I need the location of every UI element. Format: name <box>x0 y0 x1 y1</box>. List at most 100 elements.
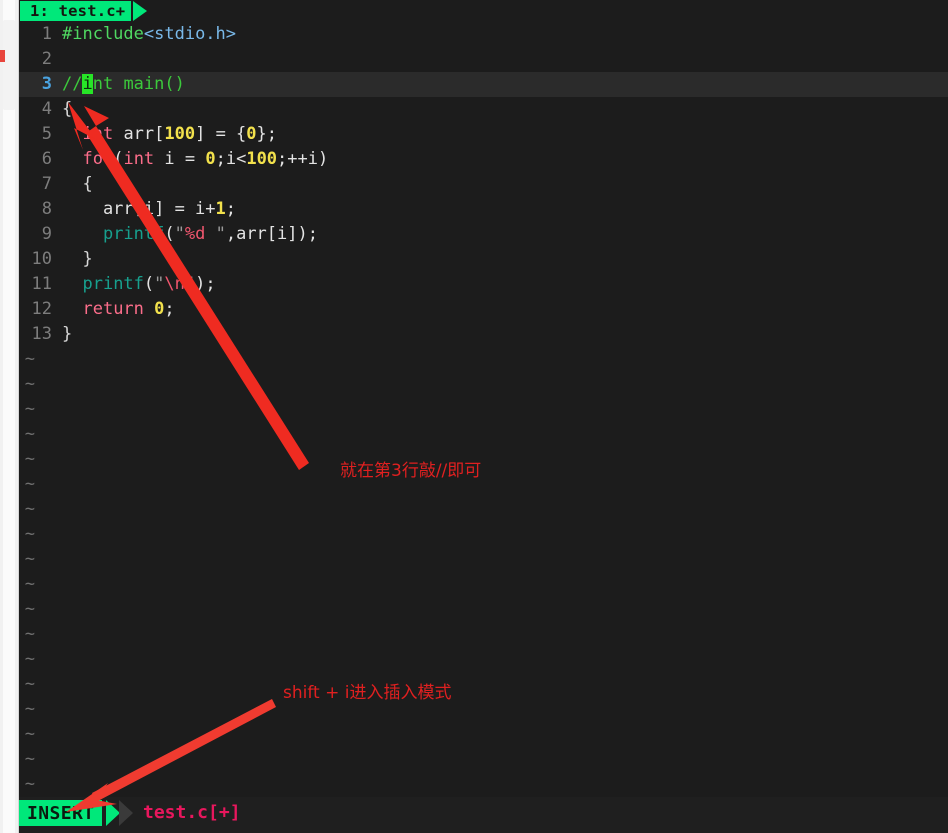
code-token: ,arr[i]); <box>225 224 318 244</box>
code-token: printf <box>102 224 165 244</box>
editor-line[interactable]: 12 return 0; <box>18 297 948 322</box>
code-token: ] = { <box>195 124 247 144</box>
editor-line[interactable]: 7 { <box>18 172 948 197</box>
scrollbar-red-marker <box>0 50 5 62</box>
code-token: { <box>62 174 93 194</box>
status-mode-badge: INSERT <box>18 800 103 826</box>
editor-filler-line: ~ <box>18 672 948 697</box>
tilde-marker: ~ <box>24 549 35 569</box>
window-scroll-gutter[interactable] <box>0 0 19 833</box>
line-number: 4 <box>41 99 52 119</box>
editor-line[interactable]: 4{ <box>18 97 948 122</box>
code-token: \n <box>164 274 185 294</box>
code-token: ( <box>113 149 124 169</box>
tilde-marker: ~ <box>24 574 35 594</box>
code-token: 100 <box>164 124 196 144</box>
code-token: ; <box>225 199 237 219</box>
line-number: 12 <box>31 299 52 319</box>
status-mode-label: INSERT <box>27 802 95 824</box>
code-token: ( <box>164 224 175 244</box>
code-token: nt main() <box>92 74 185 94</box>
editor-filler-line: ~ <box>18 372 948 397</box>
code-token: }; <box>256 124 278 144</box>
editor-line[interactable]: 10 } <box>18 247 948 272</box>
editor-filler-line: ~ <box>18 472 948 497</box>
tilde-marker: ~ <box>24 349 35 369</box>
editor-filler-line: ~ <box>18 347 948 372</box>
code-token: arr[i] = i+ <box>62 199 216 219</box>
editor-filler-line: ~ <box>18 647 948 672</box>
code-token: ; <box>164 299 175 319</box>
editor-line[interactable]: 9 printf("%d ",arr[i]); <box>18 222 948 247</box>
code-token: 0 <box>205 149 216 169</box>
line-number: 9 <box>41 224 52 244</box>
editor-line[interactable]: 3 //int main() <box>18 72 948 97</box>
editor-line[interactable]: 13} <box>18 322 948 347</box>
line-content: printf("\n"); <box>62 274 216 294</box>
code-token: } <box>62 324 73 344</box>
editor-filler-line: ~ <box>18 447 948 472</box>
editor-buffer[interactable]: 1 #include<stdio.h> 2 3//int main() 4{5 int … <box>18 22 948 797</box>
code-token: int <box>123 149 155 169</box>
code-token: i = <box>154 149 206 169</box>
line-content: printf("%d ",arr[i]); <box>62 224 318 244</box>
tab-label: 1: test.c+ <box>30 2 126 20</box>
editor-line[interactable]: 2 <box>18 47 948 72</box>
tilde-marker: ~ <box>24 724 35 744</box>
vim-pane: 1: test.c+ 1 #include<stdio.h> 2 3 //int mai… <box>18 0 948 833</box>
scrollbar-track[interactable] <box>3 0 15 833</box>
editor-filler-line: ~ <box>18 747 948 772</box>
tilde-marker: ~ <box>24 524 35 544</box>
annotation-insert-mode-text: shift + i进入插入模式 <box>283 683 452 703</box>
editor-line[interactable]: 11 printf("\n"); <box>18 272 948 297</box>
editor-line[interactable]: 6 for(int i = 0;i<100;++i) <box>18 147 948 172</box>
editor-filler-line: ~ <box>18 547 948 572</box>
scrollbar-thumb[interactable] <box>3 20 15 110</box>
line-content: int arr[100] = {0}; <box>62 124 277 144</box>
annotation-line3-text: 就在第3行敲//即可 <box>340 461 482 481</box>
editor-line[interactable]: 1 #include<stdio.h> <box>18 22 948 47</box>
line-content: for(int i = 0;i<100;++i) <box>62 149 328 169</box>
editor-filler-line: ~ <box>18 597 948 622</box>
code-token: ); <box>195 274 216 294</box>
tilde-marker: ~ <box>24 624 35 644</box>
line-content: } <box>62 249 93 269</box>
line-content: arr[i] = i+1; <box>62 199 236 219</box>
status-separator-chevron-icon <box>119 800 133 826</box>
code-token: " <box>205 224 226 244</box>
line-content: { <box>62 99 72 119</box>
tilde-marker: ~ <box>24 749 35 769</box>
line-number: 5 <box>41 124 52 144</box>
code-token: 100 <box>246 149 278 169</box>
code-token: 0 <box>154 299 165 319</box>
code-token: return <box>82 299 144 319</box>
line-number: 1 <box>41 24 52 44</box>
editor-line[interactable]: 5 int arr[100] = {0}; <box>18 122 948 147</box>
tilde-marker: ~ <box>24 699 35 719</box>
code-token: 1 <box>215 199 226 219</box>
code-token: " <box>184 274 196 294</box>
editor-filler-line: ~ <box>18 697 948 722</box>
code-token: ;++i) <box>277 149 329 169</box>
line-number: 8 <box>41 199 52 219</box>
tilde-marker: ~ <box>24 424 35 444</box>
tab-test-c[interactable]: 1: test.c+ <box>20 1 132 21</box>
tab-chevron-icon <box>133 1 147 21</box>
code-token: } <box>62 249 93 269</box>
status-filename: test.c[+] <box>143 802 241 823</box>
tilde-marker: ~ <box>24 599 35 619</box>
line-content: } <box>62 324 72 344</box>
editor-line[interactable]: 8 arr[i] = i+1; <box>18 197 948 222</box>
line-content: { <box>62 174 93 194</box>
editor-filler-line: ~ <box>18 622 948 647</box>
line-number: 2 <box>41 49 52 69</box>
editor-filler-line: ~ <box>18 397 948 422</box>
status-mode-chevron-icon <box>106 800 120 826</box>
code-token: int <box>82 124 114 144</box>
line-number: 11 <box>31 274 52 294</box>
tabline: 1: test.c+ <box>18 0 948 22</box>
